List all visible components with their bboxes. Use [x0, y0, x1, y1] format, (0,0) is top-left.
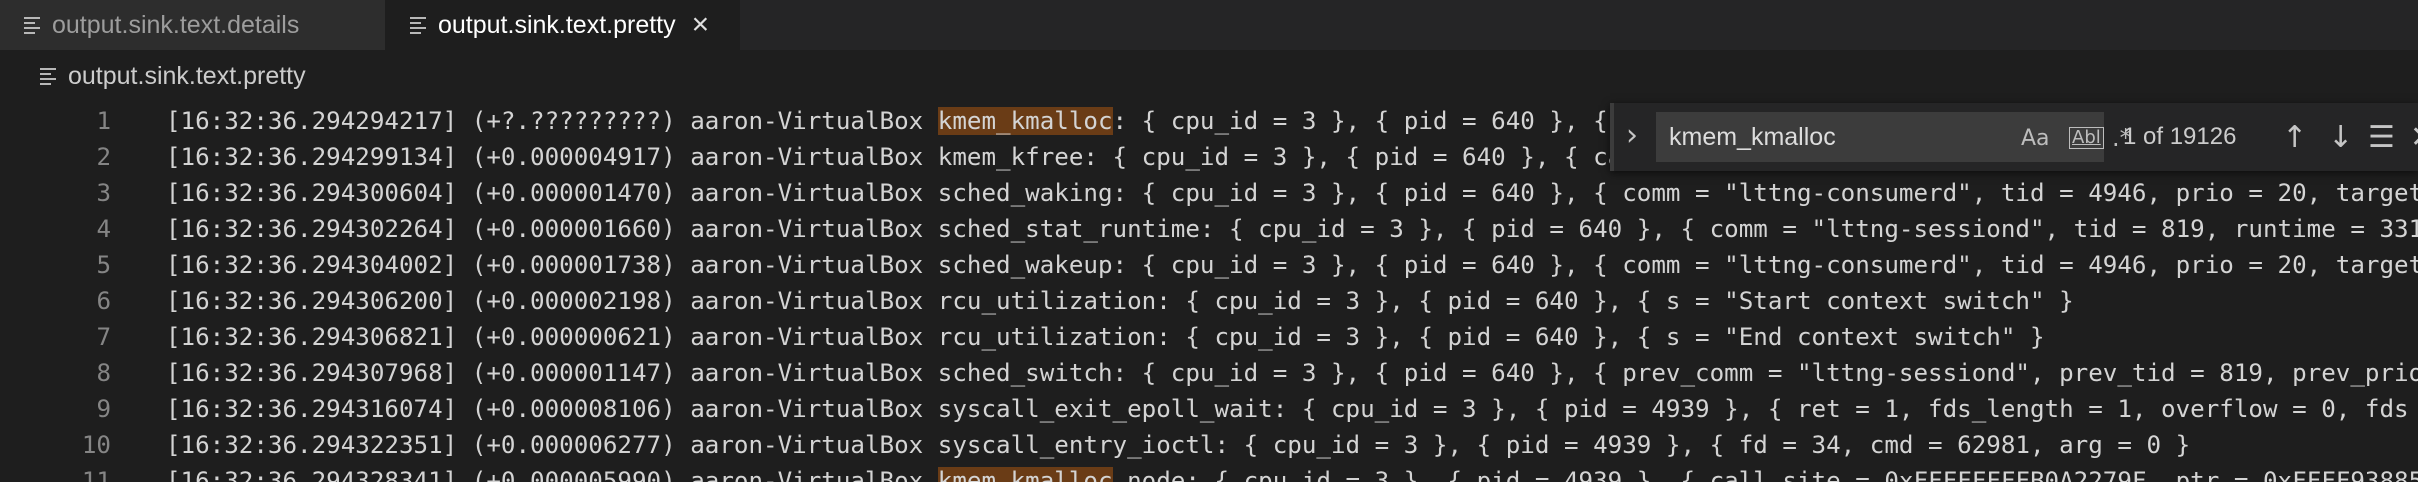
find-widget: › kmem_kmalloc Aa Abl .* 1 of 19126 ↑ ↓ …	[1610, 103, 2418, 171]
search-match-highlight: kmem_kmalloc	[937, 467, 1113, 482]
tab-output-sink-text-pretty[interactable]: output.sink.text.pretty ×	[386, 0, 740, 50]
whole-word-toggle[interactable]: Abl	[2069, 113, 2104, 163]
line-number: 1	[96, 107, 111, 135]
breadcrumb-file[interactable]: output.sink.text.pretty	[68, 62, 306, 91]
code-line[interactable]: 9 [16:32:36.294316074] (+0.000008106) aar…	[0, 391, 2418, 427]
breadcrumb: output.sink.text.pretty	[0, 50, 2418, 102]
file-lines-icon	[410, 16, 426, 34]
match-count: 1 of 19126	[2123, 123, 2237, 150]
code-line[interactable]: 10 [16:32:36.294322351] (+0.000006277) aa…	[0, 427, 2418, 463]
code-line[interactable]: 6 [16:32:36.294306200] (+0.000002198) aar…	[0, 283, 2418, 319]
line-text-before: [16:32:36.294294217] (+?.?????????) aaro…	[166, 107, 938, 135]
code-line[interactable]: 8 [16:32:36.294307968] (+0.000001147) aar…	[0, 355, 2418, 391]
line-number: 6	[96, 287, 111, 315]
code-line[interactable]: 4 [16:32:36.294302264] (+0.000001660) aar…	[0, 211, 2418, 247]
code-line[interactable]: 3 [16:32:36.294300604] (+0.000001470) aar…	[0, 175, 2418, 211]
tab-label: output.sink.text.pretty	[438, 10, 676, 39]
find-in-selection-icon[interactable]: ☰	[2368, 103, 2395, 171]
line-text-before: [16:32:36.294328341] (+0.000005990) aaro…	[166, 467, 938, 482]
code-line[interactable]: 7 [16:32:36.294306821] (+0.000000621) aar…	[0, 319, 2418, 355]
code-line[interactable]: 11 [16:32:36.294328341] (+0.000005990) aa…	[0, 463, 2418, 482]
line-number: 7	[96, 323, 111, 351]
line-content: [16:32:36.294304002] (+0.000001738) aaro…	[166, 251, 2418, 279]
match-case-toggle[interactable]: Aa	[2021, 113, 2050, 163]
chevron-right-icon[interactable]: ›	[1626, 121, 1638, 151]
line-content: [16:32:36.294328341] (+0.000005990) aaro…	[166, 463, 2418, 482]
line-content: [16:32:36.294306821] (+0.000000621) aaro…	[166, 323, 2045, 351]
tab-output-sink-text-details[interactable]: output.sink.text.details	[0, 0, 386, 50]
line-number: 4	[96, 215, 111, 243]
line-number: 2	[96, 143, 111, 171]
line-content: [16:32:36.294294217] (+?.?????????) aaro…	[166, 103, 1622, 139]
line-text-after: _node: { cpu_id = 3 }, { pid = 4939 }, {…	[1112, 467, 2418, 482]
line-content: [16:32:36.294306200] (+0.000002198) aaro…	[166, 287, 2074, 315]
line-number: 10	[81, 431, 111, 459]
line-content: [16:32:36.294302264] (+0.000001660) aaro…	[166, 215, 2418, 243]
line-content: [16:32:36.294316074] (+0.000008106) aaro…	[166, 395, 2418, 423]
search-match-highlight: kmem_kmalloc	[937, 107, 1113, 135]
whole-word-label: Abl	[2069, 127, 2104, 149]
line-content: [16:32:36.294307968] (+0.000001147) aaro…	[166, 359, 2418, 387]
line-content: [16:32:36.294299134] (+0.000004917) aaro…	[166, 143, 1623, 171]
line-number: 8	[96, 359, 111, 387]
line-number: 9	[96, 395, 111, 423]
arrow-up-icon[interactable]: ↑	[2282, 103, 2307, 171]
file-lines-icon	[24, 16, 40, 34]
line-text-after: : { cpu_id = 3 }, { pid = 640 }, {	[1112, 107, 1623, 135]
find-query: kmem_kmalloc	[1669, 122, 1836, 151]
line-number: 3	[96, 179, 111, 207]
line-number: 11	[81, 467, 111, 482]
line-number: 5	[96, 251, 111, 279]
line-content: [16:32:36.294300604] (+0.000001470) aaro…	[166, 179, 2418, 207]
tab-label: output.sink.text.details	[52, 10, 300, 39]
close-tab-icon[interactable]: ×	[692, 10, 710, 40]
arrow-down-icon[interactable]: ↓	[2328, 103, 2353, 171]
editor-tab-bar: output.sink.text.details output.sink.tex…	[0, 0, 2418, 50]
file-lines-icon	[40, 67, 56, 85]
line-content: [16:32:36.294322351] (+0.000006277) aaro…	[166, 431, 2191, 459]
find-input[interactable]: kmem_kmalloc Aa Abl .*	[1656, 112, 2132, 163]
close-icon[interactable]: ✕	[2410, 103, 2418, 171]
code-line[interactable]: 5 [16:32:36.294304002] (+0.000001738) aar…	[0, 247, 2418, 283]
